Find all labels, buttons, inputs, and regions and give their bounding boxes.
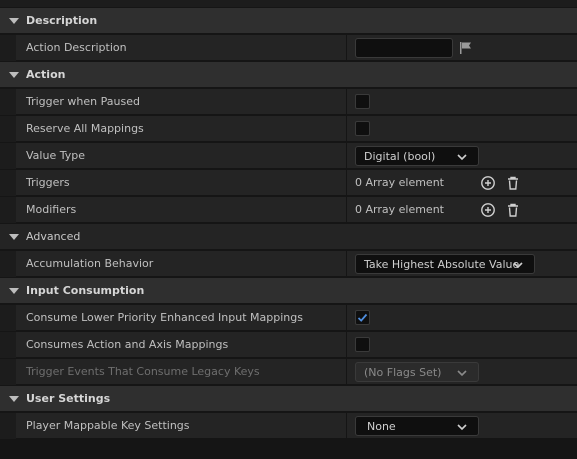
plus-circle-icon[interactable] bbox=[480, 202, 496, 218]
column-splitter[interactable] bbox=[346, 116, 347, 142]
row-indent bbox=[0, 35, 16, 61]
property-row-action-description: Action Description bbox=[0, 34, 577, 61]
property-label: Consumes Action and Axis Mappings bbox=[26, 338, 229, 351]
flag-icon[interactable] bbox=[459, 41, 473, 55]
property-row-trigger-when-paused: Trigger when Paused bbox=[0, 88, 577, 115]
panel-top-strip bbox=[0, 0, 577, 7]
section-title: Action bbox=[26, 68, 66, 81]
checkmark-icon bbox=[357, 313, 368, 322]
section-title: Input Consumption bbox=[26, 284, 145, 297]
row-indent bbox=[0, 332, 16, 358]
triangle-down-icon bbox=[9, 18, 19, 24]
property-label: Triggers bbox=[26, 176, 70, 189]
column-splitter[interactable] bbox=[346, 332, 347, 358]
row-indent bbox=[0, 116, 16, 142]
array-count: 0 Array element bbox=[355, 203, 444, 216]
property-label: Trigger Events That Consume Legacy Keys bbox=[26, 365, 260, 378]
property-row-reserve-all-mappings: Reserve All Mappings bbox=[0, 115, 577, 142]
property-label: Accumulation Behavior bbox=[26, 257, 154, 270]
property-row-trigger-events-legacy: Trigger Events That Consume Legacy Keys … bbox=[0, 358, 577, 385]
player-mappable-key-settings-dropdown[interactable]: None bbox=[355, 416, 479, 436]
chevron-down-icon bbox=[513, 262, 523, 269]
array-count: 0 Array element bbox=[355, 176, 444, 189]
column-splitter[interactable] bbox=[346, 251, 347, 277]
column-splitter[interactable] bbox=[346, 413, 347, 439]
column-splitter[interactable] bbox=[346, 170, 347, 196]
chevron-down-icon bbox=[457, 370, 467, 377]
column-splitter[interactable] bbox=[346, 143, 347, 169]
row-indent bbox=[0, 143, 16, 169]
section-title: Advanced bbox=[26, 230, 81, 243]
property-label: Action Description bbox=[26, 41, 127, 54]
dropdown-value: Take Highest Absolute Value bbox=[364, 258, 520, 271]
column-splitter[interactable] bbox=[346, 89, 347, 115]
section-title: Description bbox=[26, 14, 98, 27]
dropdown-value: None bbox=[367, 420, 396, 433]
plus-circle-icon[interactable] bbox=[480, 175, 496, 191]
chevron-down-icon bbox=[457, 424, 467, 431]
section-title: User Settings bbox=[26, 392, 111, 405]
trigger-when-paused-checkbox[interactable] bbox=[355, 94, 370, 109]
section-action-header[interactable]: Action bbox=[0, 61, 577, 87]
row-indent bbox=[0, 305, 16, 331]
property-label: Value Type bbox=[26, 149, 85, 162]
trigger-events-legacy-dropdown: (No Flags Set) bbox=[355, 362, 479, 382]
accumulation-behavior-dropdown[interactable]: Take Highest Absolute Value bbox=[355, 254, 535, 274]
consume-lower-priority-checkbox[interactable] bbox=[355, 310, 370, 325]
property-label: Consume Lower Priority Enhanced Input Ma… bbox=[26, 311, 303, 324]
property-row-consume-lower-priority: Consume Lower Priority Enhanced Input Ma… bbox=[0, 304, 577, 331]
property-label: Reserve All Mappings bbox=[26, 122, 144, 135]
property-row-accumulation-behavior: Accumulation Behavior Take Highest Absol… bbox=[0, 250, 577, 277]
row-indent bbox=[0, 170, 16, 196]
property-row-consumes-action-axis: Consumes Action and Axis Mappings bbox=[0, 331, 577, 358]
property-label: Player Mappable Key Settings bbox=[26, 419, 190, 432]
row-indent bbox=[0, 413, 16, 439]
row-indent bbox=[0, 251, 16, 277]
consumes-action-axis-checkbox[interactable] bbox=[355, 337, 370, 352]
property-label: Modifiers bbox=[26, 203, 77, 216]
property-row-triggers: Triggers 0 Array element bbox=[0, 169, 577, 196]
property-row-value-type: Value Type Digital (bool) bbox=[0, 142, 577, 169]
triangle-down-icon bbox=[9, 234, 19, 240]
chevron-down-icon bbox=[457, 154, 467, 161]
row-indent bbox=[0, 359, 16, 385]
triangle-down-icon bbox=[9, 288, 19, 294]
property-row-modifiers: Modifiers 0 Array element bbox=[0, 196, 577, 223]
column-splitter[interactable] bbox=[346, 359, 347, 385]
section-advanced-header[interactable]: Advanced bbox=[0, 223, 577, 249]
details-panel: Description Action Description Action Tr… bbox=[0, 0, 577, 459]
row-indent bbox=[0, 197, 16, 223]
row-indent bbox=[0, 89, 16, 115]
dropdown-value: Digital (bool) bbox=[364, 150, 436, 163]
section-user-settings-header[interactable]: User Settings bbox=[0, 385, 577, 411]
triangle-down-icon bbox=[9, 396, 19, 402]
column-splitter[interactable] bbox=[346, 197, 347, 223]
reserve-all-mappings-checkbox[interactable] bbox=[355, 121, 370, 136]
action-description-input[interactable] bbox=[355, 38, 453, 58]
column-splitter[interactable] bbox=[346, 35, 347, 61]
property-label: Trigger when Paused bbox=[26, 95, 140, 108]
column-splitter[interactable] bbox=[346, 305, 347, 331]
triangle-down-icon bbox=[9, 72, 19, 78]
trash-icon[interactable] bbox=[505, 202, 521, 218]
trash-icon[interactable] bbox=[505, 175, 521, 191]
property-row-player-mappable-key-settings: Player Mappable Key Settings None bbox=[0, 412, 577, 439]
value-type-dropdown[interactable]: Digital (bool) bbox=[355, 146, 479, 166]
dropdown-value: (No Flags Set) bbox=[364, 366, 442, 379]
section-input-consumption-header[interactable]: Input Consumption bbox=[0, 277, 577, 303]
section-description-header[interactable]: Description bbox=[0, 7, 577, 33]
